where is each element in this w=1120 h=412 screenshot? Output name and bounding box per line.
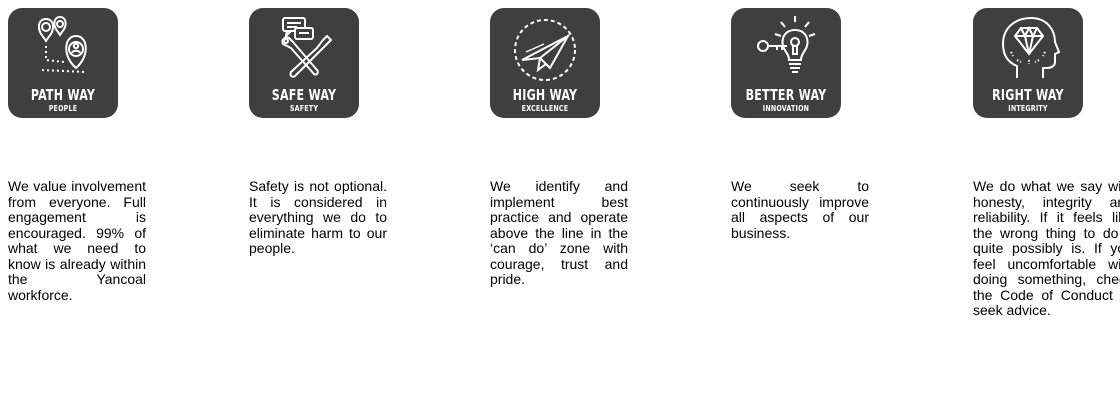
value-description-path-way: We value involvement from everyone. Full…	[8, 178, 146, 303]
paper-plane-icon	[514, 19, 576, 81]
card-title: BETTER WAY	[745, 86, 827, 104]
card-subtitle: EXCELLENCE	[521, 104, 569, 113]
tools-chat-icon	[281, 17, 333, 78]
lightbulb-key-icon	[757, 16, 816, 73]
location-pin-path-icon	[38, 15, 87, 73]
value-description-better-way: We seek to continuously improve all aspe…	[731, 178, 869, 241]
card-title: PATH WAY	[30, 86, 96, 104]
card-subtitle: INTEGRITY	[1008, 104, 1048, 113]
value-card-high-way: HIGH WAY EXCELLENCE	[490, 8, 600, 118]
card-subtitle: PEOPLE	[48, 104, 78, 113]
card-title: HIGH WAY	[512, 86, 578, 104]
value-description-right-way: We do what we say with honesty, integrit…	[973, 178, 1120, 318]
card-title: SAFE WAY	[271, 86, 337, 104]
value-card-right-way: RIGHT WAY INTEGRITY	[973, 8, 1083, 118]
value-description-high-way: We identify and implement best practice …	[490, 178, 628, 287]
value-card-safe-way: SAFE WAY SAFETY	[249, 8, 359, 118]
card-subtitle: INNOVATION	[762, 104, 810, 113]
card-subtitle: SAFETY	[289, 104, 319, 113]
value-description-safe-way: Safety is not optional. It is considered…	[249, 178, 387, 256]
value-card-better-way: BETTER WAY INNOVATION	[731, 8, 841, 118]
value-card-path-way: PATH WAY PEOPLE	[8, 8, 118, 118]
card-title: RIGHT WAY	[992, 86, 1064, 104]
diamond-head-icon	[1001, 16, 1061, 78]
